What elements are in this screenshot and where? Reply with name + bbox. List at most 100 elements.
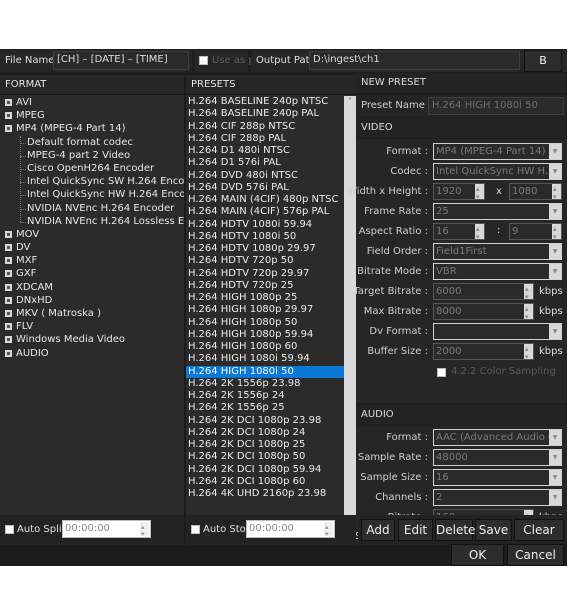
preset-item[interactable]: H.264 4K UHD 2160p 23.98 <box>186 488 344 500</box>
preset-item[interactable]: H.264 HIGH 1080i 59.94 <box>186 353 344 365</box>
tree-item-codec[interactable]: NVIDIA NVEnc H.264 Lossless Encoder <box>0 215 184 228</box>
spinner-arrows-icon[interactable] <box>524 284 533 299</box>
add-button[interactable]: Add <box>361 519 395 541</box>
cancel-button[interactable]: Cancel <box>507 544 564 566</box>
max-bitrate-spinner[interactable]: 8000 <box>433 303 534 320</box>
tree-item-format[interactable]: MKV ( Matroska ) <box>0 307 184 320</box>
bitrate-mode-select[interactable]: VBR ▼ <box>433 263 562 280</box>
auto-stop-time-input[interactable]: 00:00:00 <box>246 519 335 542</box>
tree-item-format[interactable]: GXF <box>0 267 184 280</box>
target-bitrate-spinner[interactable]: 6000 <box>433 283 534 300</box>
frame-rate-select[interactable]: 25 ▼ <box>433 203 562 220</box>
expand-icon[interactable] <box>5 310 12 317</box>
preset-item-selected[interactable]: H.264 HIGH 1080i 50 <box>186 365 344 378</box>
tree-item-codec[interactable]: Intel QuickSync HW H.264 Encoder <box>0 188 184 201</box>
delete-button[interactable]: Delete <box>435 519 475 541</box>
video-format-select[interactable]: MP4 (MPEG-4 Part 14) ▼ <box>433 143 562 160</box>
width-spinner[interactable]: 1920 <box>433 183 485 200</box>
audio-format-select[interactable]: AAC (Advanced Audio Cod ▼ <box>433 429 562 446</box>
save-button[interactable]: Save <box>475 519 512 541</box>
preset-item[interactable]: H.264 2K 1556p 23.98 <box>186 378 344 390</box>
preset-item[interactable]: H.264 D1 576i PAL <box>186 157 344 169</box>
use-as-proxy-checkbox[interactable] <box>199 56 208 65</box>
codec-select[interactable]: Intel QuickSync HW H.264 ▼ <box>433 163 562 180</box>
format-tree[interactable]: AVI MPEG MP4 (MPEG-4 Part 14) Default forma… <box>0 96 184 523</box>
clear-button[interactable]: Clear <box>514 519 564 541</box>
preset-item[interactable]: H.264 HDTV 1080p 29.97 <box>186 243 344 255</box>
preset-item[interactable]: H.264 2K DCI 1080p 23.98 <box>186 415 344 427</box>
preset-item[interactable]: H.264 2K 1556p 25 <box>186 402 344 414</box>
preset-item[interactable]: H.264 D1 480i NTSC <box>186 145 344 157</box>
tree-item-format[interactable]: AUDIO <box>0 347 184 360</box>
output-path-input[interactable]: D:\ingest\ch1 <box>309 51 520 70</box>
preset-item[interactable]: H.264 HDTV 720p 29.97 <box>186 268 344 280</box>
expand-icon[interactable] <box>5 270 12 278</box>
collapse-icon[interactable] <box>5 125 12 133</box>
field-order-select[interactable]: Field1First ▼ <box>433 243 562 260</box>
auto-stop-checkbox[interactable] <box>191 525 200 534</box>
ok-button[interactable]: OK <box>451 544 504 566</box>
expand-icon[interactable] <box>5 296 12 304</box>
preset-item[interactable]: H.264 BASELINE 240p NTSC <box>186 96 344 108</box>
expand-icon[interactable] <box>5 112 12 120</box>
scroll-up-icon[interactable]: ˄ <box>344 96 356 108</box>
tree-item-codec[interactable]: Cisco OpenH264 Encoder <box>0 162 184 175</box>
sample-size-select[interactable]: 16 ▼ <box>433 469 562 486</box>
spinner-arrows-icon[interactable] <box>552 224 561 239</box>
preset-item[interactable]: H.264 CIF 288p PAL <box>186 133 344 145</box>
preset-item[interactable]: H.264 HDTV 1080i 59.94 <box>186 219 344 231</box>
auto-split-checkbox[interactable] <box>5 525 14 534</box>
height-spinner[interactable]: 1080 <box>509 183 562 200</box>
preset-item[interactable]: H.264 HDTV 1080i 50 <box>186 231 344 243</box>
preset-item[interactable]: H.264 DVD 480i NTSC <box>186 170 344 182</box>
tree-item-format[interactable]: DV <box>0 241 184 254</box>
preset-item[interactable]: H.264 HIGH 1080p 59.94 <box>186 329 344 341</box>
presets-list[interactable]: H.264 BASELINE 240p NTSC H.264 BASELINE 2… <box>186 96 344 539</box>
preset-item[interactable]: H.264 MAIN (4CIF) 576p PAL <box>186 206 344 218</box>
buffer-size-spinner[interactable]: 2000 <box>433 343 534 360</box>
spinner-arrows-icon[interactable] <box>475 224 484 239</box>
preset-item[interactable]: H.264 HDTV 720p 25 <box>186 280 344 292</box>
tree-item-codec[interactable]: NVIDIA NVEnc H.264 Encoder <box>0 202 184 215</box>
browse-button[interactable]: B <box>524 50 562 72</box>
tree-item-codec[interactable]: Default format codec <box>0 136 184 149</box>
expand-icon[interactable] <box>5 336 12 344</box>
preset-item[interactable]: H.264 HDTV 720p 50 <box>186 255 344 267</box>
preset-item[interactable]: H.264 DVD 576i PAL <box>186 182 344 194</box>
tree-item-format[interactable]: XDCAM <box>0 281 184 294</box>
expand-icon[interactable] <box>5 230 12 238</box>
preset-item[interactable]: H.264 2K DCI 1080p 25 <box>186 439 344 451</box>
preset-item[interactable]: H.264 BASELINE 240p PAL <box>186 108 344 120</box>
tree-item-format[interactable]: MXF <box>0 254 184 267</box>
tree-item-format[interactable]: FLV <box>0 320 184 333</box>
tree-item-codec[interactable]: MPEG-4 part 2 Video <box>0 149 184 162</box>
aspect-height-spinner[interactable]: 9 <box>509 223 562 240</box>
dv-format-select[interactable]: ▼ <box>433 323 562 340</box>
tree-item-format[interactable]: AVI <box>0 96 184 109</box>
preset-item[interactable]: H.264 2K DCI 1080p 60 <box>186 476 344 488</box>
preset-item[interactable]: H.264 2K DCI 1080p 24 <box>186 427 344 439</box>
preset-item[interactable]: H.264 HIGH 1080p 25 <box>186 292 344 304</box>
preset-item[interactable]: H.264 HIGH 1080p 29.97 <box>186 304 344 316</box>
preset-item[interactable]: H.264 MAIN (4CIF) 480p NTSC <box>186 194 344 206</box>
tree-item-codec[interactable]: Intel QuickSync SW H.264 Encoder <box>0 175 184 188</box>
preset-name-input[interactable]: H.264 HIGH 1080i 50 <box>428 97 564 115</box>
tree-item-format[interactable]: Windows Media Video <box>0 333 184 346</box>
preset-item[interactable]: H.264 CIF 288p NTSC <box>186 121 344 133</box>
expand-icon[interactable] <box>5 244 12 252</box>
expand-icon[interactable] <box>5 99 12 106</box>
auto-split-time-input[interactable]: 00:00:00 <box>62 519 151 542</box>
preset-item[interactable]: H.264 2K DCI 1080p 50 <box>186 451 344 463</box>
tree-item-format[interactable]: MOV <box>0 228 184 241</box>
spinner-arrows-icon[interactable] <box>524 344 533 359</box>
tree-item-format[interactable]: MP4 (MPEG-4 Part 14) <box>0 122 184 135</box>
tree-item-format[interactable]: DNxHD <box>0 294 184 307</box>
preset-item[interactable]: H.264 2K DCI 1080p 59.94 <box>186 464 344 476</box>
preset-item[interactable]: H.264 2K 1556p 24 <box>186 390 344 402</box>
preset-item[interactable]: H.264 HIGH 1080p 50 <box>186 317 344 329</box>
sample-rate-select[interactable]: 48000 ▼ <box>433 449 562 466</box>
expand-icon[interactable] <box>5 257 12 265</box>
color-sampling-checkbox[interactable] <box>437 368 446 377</box>
spinner-arrows-icon[interactable] <box>324 519 333 542</box>
expand-icon[interactable] <box>5 349 12 357</box>
